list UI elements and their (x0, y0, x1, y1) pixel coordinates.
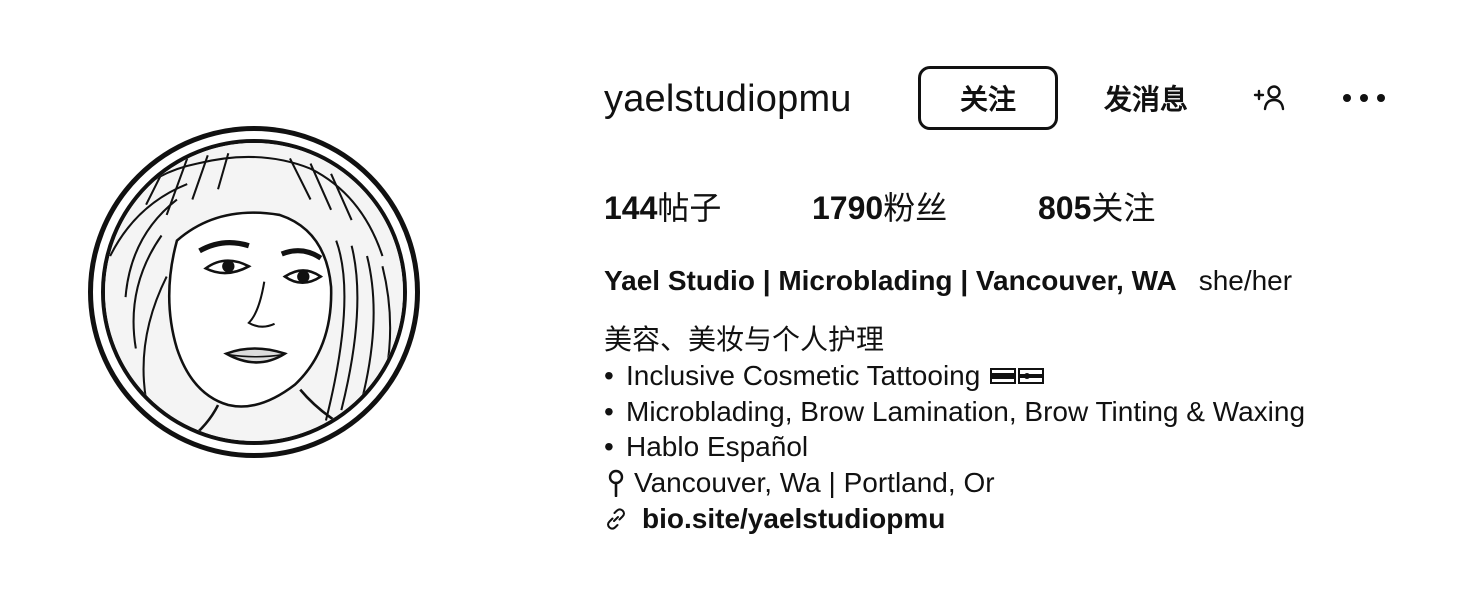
flag-emoji-icon (990, 367, 1017, 384)
profile-stats: 144 帖子 1790 粉丝 805 关注 (604, 184, 1238, 228)
bullet: • (604, 431, 614, 463)
location-text: Vancouver, Wa | Portland, Or (634, 467, 995, 499)
link-icon (604, 507, 628, 531)
profile-username: yaelstudiopmu (604, 78, 852, 120)
add-user-button[interactable] (1250, 80, 1290, 116)
pronouns: she/her (1198, 265, 1293, 296)
bio-text: Hablo Español (626, 431, 809, 463)
bullet: • (604, 359, 614, 391)
bio-line: • Inclusive Cosmetic Tattooing (604, 358, 1305, 394)
follow-button[interactable]: 关注 (918, 66, 1058, 130)
bio-link[interactable]: bio.site/yaelstudiopmu (604, 501, 1305, 537)
avatar-image (101, 139, 407, 445)
display-name: Yael Studio | Microblading | Vancouver, … (604, 265, 1177, 296)
followers-count[interactable]: 1790 粉丝 (812, 183, 1038, 229)
display-name-line: Yael Studio | Microblading | Vancouver, … (604, 262, 1292, 300)
following-label: 关注 (1091, 190, 1156, 226)
avatar-portrait (105, 143, 403, 441)
flag-emojis (990, 367, 1045, 384)
category-line: 美容、美妆与个人护理 (604, 324, 885, 355)
message-button[interactable]: 发消息 (1090, 78, 1202, 118)
location-line: Vancouver, Wa | Portland, Or (604, 465, 1305, 501)
bio-line: • Microblading, Brow Lamination, Brow Ti… (604, 394, 1305, 430)
more-horizontal-icon (1343, 94, 1385, 102)
following-count[interactable]: 805 关注 (1038, 183, 1238, 229)
bio-text: Microblading, Brow Lamination, Brow Tint… (626, 395, 1306, 427)
profile-bio: 美容、美妆与个人护理 • Inclusive Cosmetic Tattooin… (604, 322, 1305, 537)
add-person-icon (1253, 85, 1285, 111)
posts-label: 帖子 (657, 190, 722, 226)
more-options-button[interactable] (1336, 80, 1392, 116)
following-number: 805 (1038, 190, 1092, 226)
followers-number: 1790 (812, 190, 884, 226)
profile-avatar[interactable] (88, 126, 420, 458)
bio-text: Inclusive Cosmetic Tattooing (626, 359, 981, 391)
bio-line: • Hablo Español (604, 429, 1305, 465)
followers-label: 粉丝 (883, 190, 948, 226)
flag-emoji-icon (1018, 367, 1045, 384)
bullet: • (604, 395, 614, 427)
posts-count: 144 帖子 (604, 183, 812, 229)
location-pin-icon (604, 469, 628, 498)
link-text[interactable]: bio.site/yaelstudiopmu (642, 501, 945, 537)
posts-number: 144 (604, 190, 658, 226)
